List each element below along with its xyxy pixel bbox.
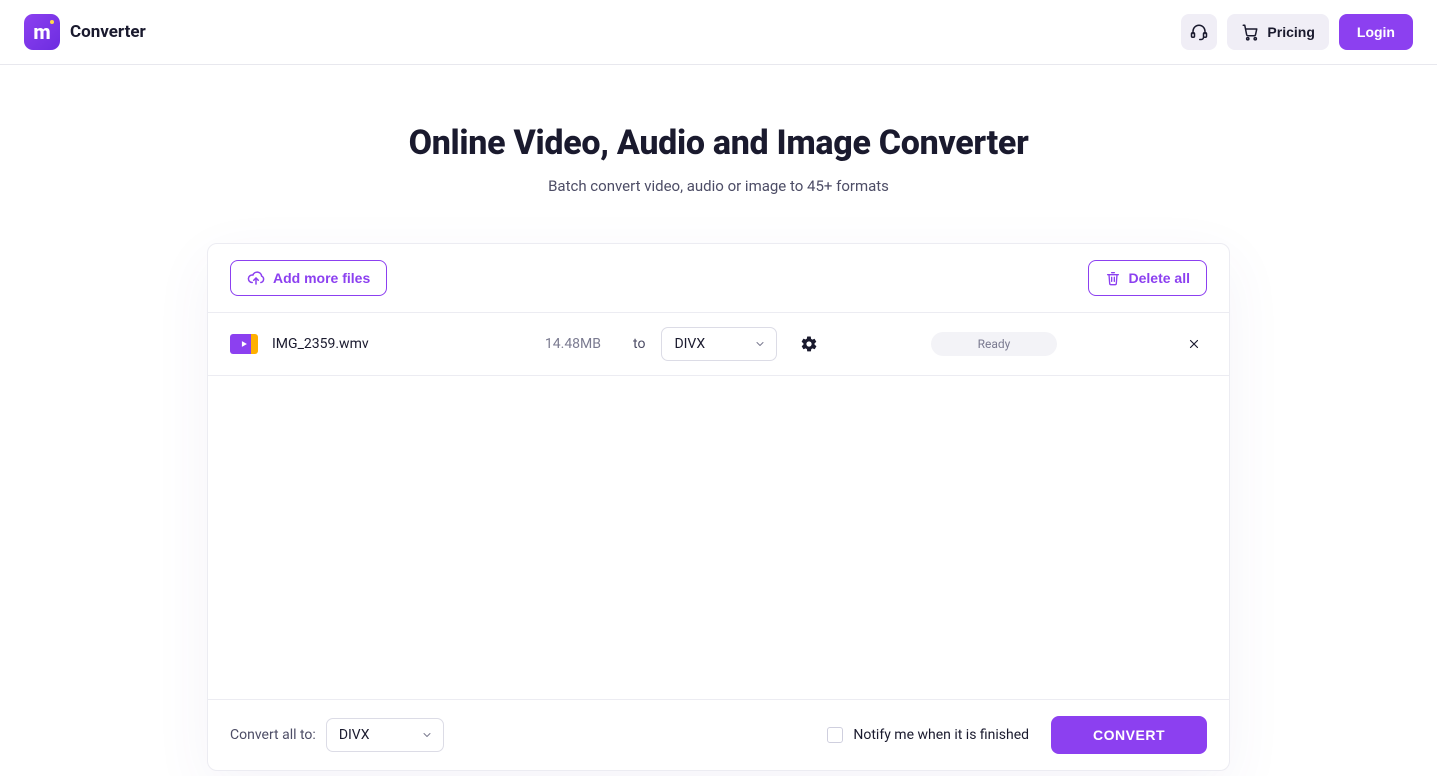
settings-button[interactable] [795, 330, 823, 358]
cart-icon [1241, 23, 1259, 41]
login-button[interactable]: Login [1339, 14, 1413, 50]
notify-checkbox[interactable]: Notify me when it is finished [827, 727, 1029, 743]
add-more-files-button[interactable]: Add more files [230, 260, 387, 296]
logo-letter: m [33, 22, 50, 42]
video-file-icon [230, 334, 258, 354]
status-badge: Ready [931, 332, 1057, 356]
headset-icon [1190, 23, 1208, 41]
gear-icon [800, 335, 818, 353]
app-header: m Converter Pricing Login [0, 0, 1437, 65]
add-more-files-label: Add more files [273, 270, 370, 286]
file-name: IMG_2359.wmv [272, 336, 507, 352]
format-select[interactable]: DIVX [661, 327, 777, 361]
notify-label: Notify me when it is finished [853, 727, 1029, 743]
converter-panel: Add more files Delete all IMG_2359.wmv 1… [207, 243, 1230, 771]
file-size: 14.48MB [521, 336, 601, 352]
page-subtitle: Batch convert video, audio or image to 4… [0, 177, 1437, 195]
pricing-button[interactable]: Pricing [1227, 14, 1328, 50]
hero: Online Video, Audio and Image Converter … [0, 123, 1437, 195]
checkbox-box [827, 727, 843, 743]
logo-icon: m [24, 14, 60, 50]
delete-all-button[interactable]: Delete all [1088, 260, 1207, 296]
format-select-value: DIVX [674, 336, 705, 352]
footer-right: Notify me when it is finished CONVERT [827, 716, 1207, 754]
brand[interactable]: m Converter [24, 14, 146, 50]
trash-icon [1105, 270, 1121, 286]
header-actions: Pricing Login [1181, 14, 1413, 50]
panel-footer: Convert all to: DIVX Notify me when it i… [208, 699, 1229, 770]
panel-body-empty [208, 376, 1229, 699]
upload-cloud-icon [247, 269, 265, 287]
chevron-down-icon [754, 338, 766, 350]
panel-toolbar: Add more files Delete all [208, 244, 1229, 313]
play-icon [239, 339, 249, 349]
chevron-down-icon [421, 729, 433, 741]
convert-all-select[interactable]: DIVX [326, 718, 444, 752]
close-icon [1187, 337, 1201, 351]
convert-button[interactable]: CONVERT [1051, 716, 1207, 754]
file-row: IMG_2359.wmv 14.48MB to DIVX Ready [208, 313, 1229, 376]
convert-all-value: DIVX [339, 727, 370, 743]
brand-name: Converter [70, 22, 146, 42]
to-label: to [633, 336, 645, 352]
remove-file-button[interactable] [1181, 331, 1207, 357]
convert-all-label: Convert all to: [230, 727, 316, 743]
page-title: Online Video, Audio and Image Converter [0, 123, 1437, 163]
pricing-label: Pricing [1267, 24, 1314, 40]
delete-all-label: Delete all [1129, 270, 1190, 286]
support-button[interactable] [1181, 14, 1217, 50]
footer-left: Convert all to: DIVX [230, 718, 444, 752]
